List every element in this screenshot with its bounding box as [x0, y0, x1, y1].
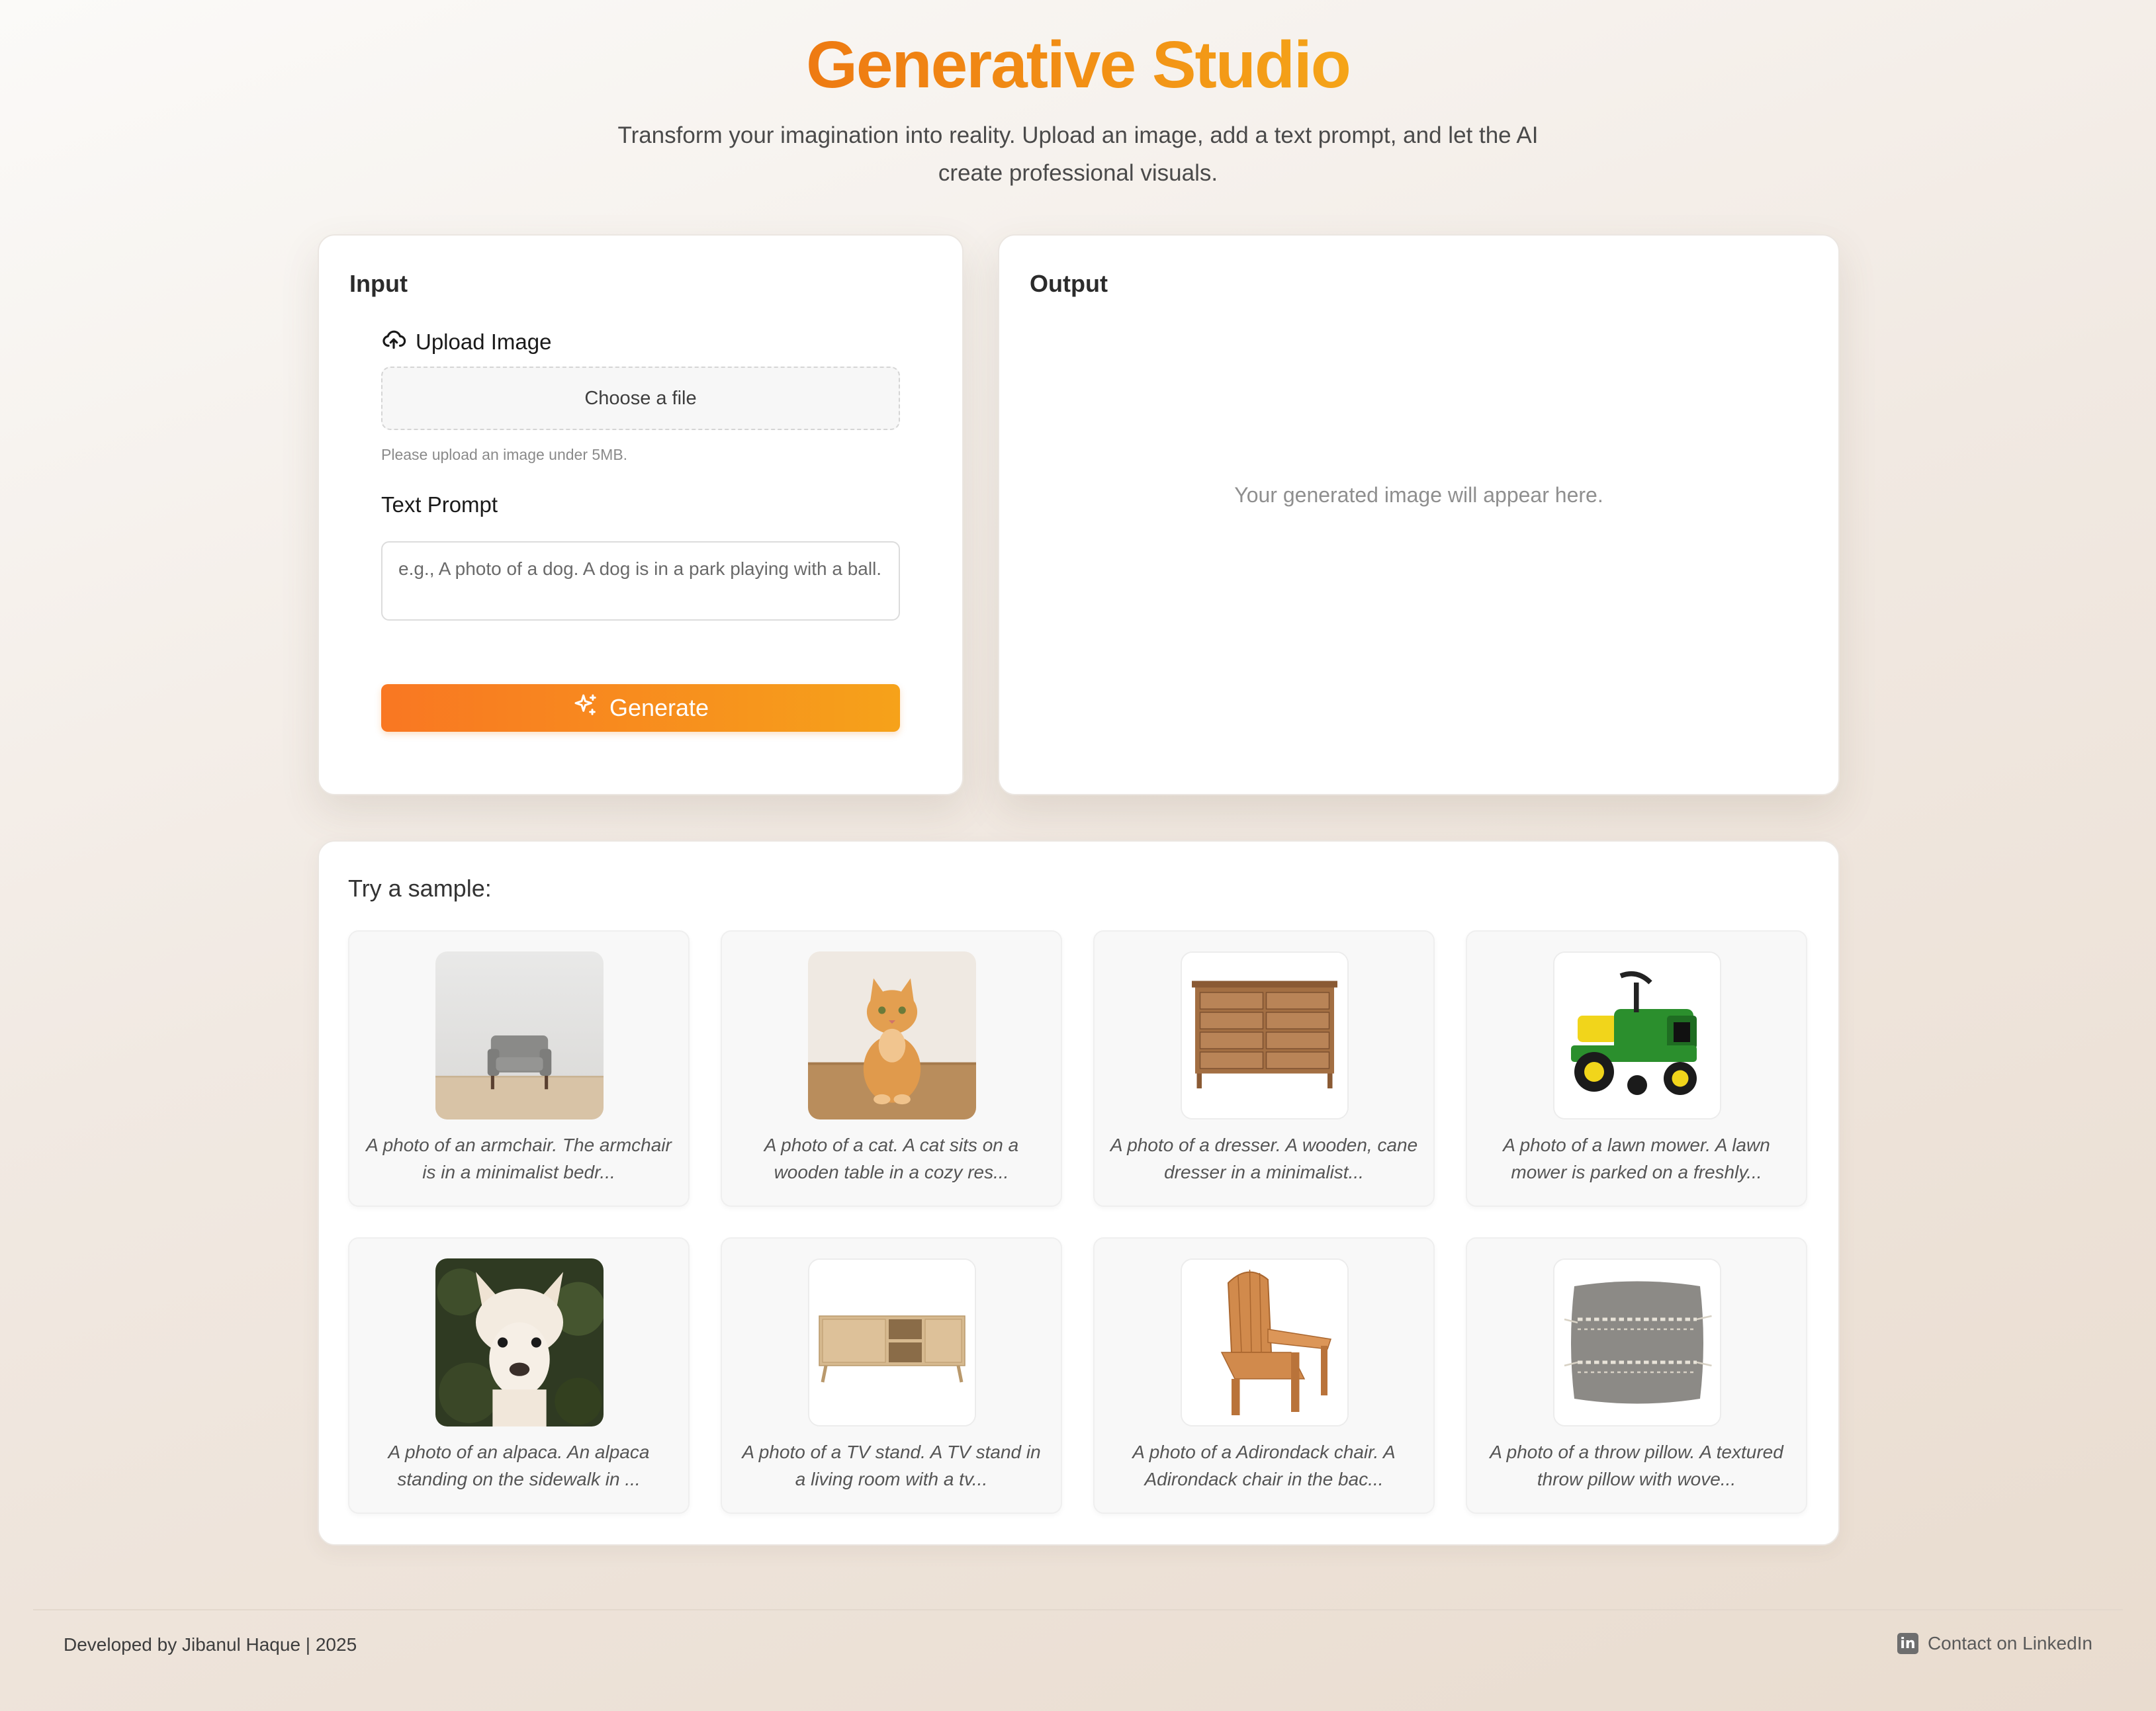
upload-image-label-text: Upload Image [416, 329, 552, 354]
output-image-area: Your generated image will appear here. [998, 234, 1840, 795]
sample-card-tv-stand[interactable]: A photo of a TV stand. A TV stand in a l… [721, 1237, 1062, 1514]
sample-card-dresser[interactable]: A photo of a dresser. A wooden, cane dre… [1093, 930, 1435, 1207]
sample-caption: A photo of a lawn mower. A lawn mower is… [1503, 1135, 1770, 1182]
sample-card-armchair[interactable]: A photo of an armchair. The armchair is … [348, 930, 690, 1207]
sample-card-cat[interactable]: A photo of a cat. A cat sits on a wooden… [721, 930, 1062, 1207]
sample-caption: A photo of a dresser. A wooden, cane dre… [1110, 1135, 1418, 1182]
upload-size-hint: Please upload an image under 5MB. [381, 446, 628, 463]
footer-credit: Developed by Jibanul Haque | 2025 [64, 1634, 357, 1655]
sample-caption: A photo of a cat. A cat sits on a wooden… [764, 1135, 1019, 1182]
sample-caption: A photo of an armchair. The armchair is … [366, 1135, 672, 1182]
footer-divider [33, 1609, 2123, 1610]
choose-file-button[interactable]: Choose a file [381, 367, 900, 430]
generate-button[interactable]: Generate [381, 684, 900, 732]
sample-caption: A photo of an alpaca. An alpaca standing… [388, 1442, 650, 1489]
sample-card-alpaca[interactable]: A photo of an alpaca. An alpaca standing… [348, 1237, 690, 1514]
sample-card-throw-pillow[interactable]: A photo of a throw pillow. A textured th… [1466, 1237, 1807, 1514]
tv-stand-image [808, 1258, 976, 1426]
sparkles-icon [572, 692, 599, 724]
sample-caption: A photo of a TV stand. A TV stand in a l… [742, 1442, 1041, 1489]
page-title-text: Generative Studio [806, 28, 1351, 102]
sample-caption: A photo of a throw pillow. A textured th… [1490, 1442, 1783, 1489]
sample-card-adirondack-chair[interactable]: A photo of a Adirondack chair. A Adirond… [1093, 1237, 1435, 1514]
armchair-image [435, 951, 604, 1119]
adirondack-chair-image [1181, 1258, 1349, 1426]
upload-image-label: Upload Image [381, 327, 551, 357]
samples-heading: Try a sample: [348, 875, 492, 902]
input-panel-heading: Input [349, 270, 408, 297]
cloud-upload-icon [381, 327, 406, 357]
throw-pillow-image [1553, 1258, 1721, 1426]
sample-card-lawn-mower[interactable]: A photo of a lawn mower. A lawn mower is… [1466, 930, 1807, 1207]
text-prompt-label: Text Prompt [381, 492, 498, 517]
linkedin-contact-link[interactable]: in Contact on LinkedIn [1897, 1633, 2092, 1654]
generate-button-label: Generate [609, 694, 709, 721]
text-prompt-input[interactable]: e.g., A photo of a dog. A dog is in a pa… [381, 541, 900, 621]
lawn-mower-image [1553, 951, 1721, 1119]
cat-image [808, 951, 976, 1119]
alpaca-image [435, 1258, 604, 1426]
linkedin-icon: in [1897, 1633, 1918, 1654]
page-subtitle: Transform your imagination into reality.… [617, 122, 1539, 186]
page-title: Generative Studio [0, 25, 2156, 105]
output-placeholder-text: Your generated image will appear here. [1234, 483, 1603, 507]
sample-caption: A photo of a Adirondack chair. A Adirond… [1132, 1442, 1396, 1489]
linkedin-contact-label: Contact on LinkedIn [1927, 1633, 2092, 1653]
dresser-image [1181, 951, 1349, 1119]
